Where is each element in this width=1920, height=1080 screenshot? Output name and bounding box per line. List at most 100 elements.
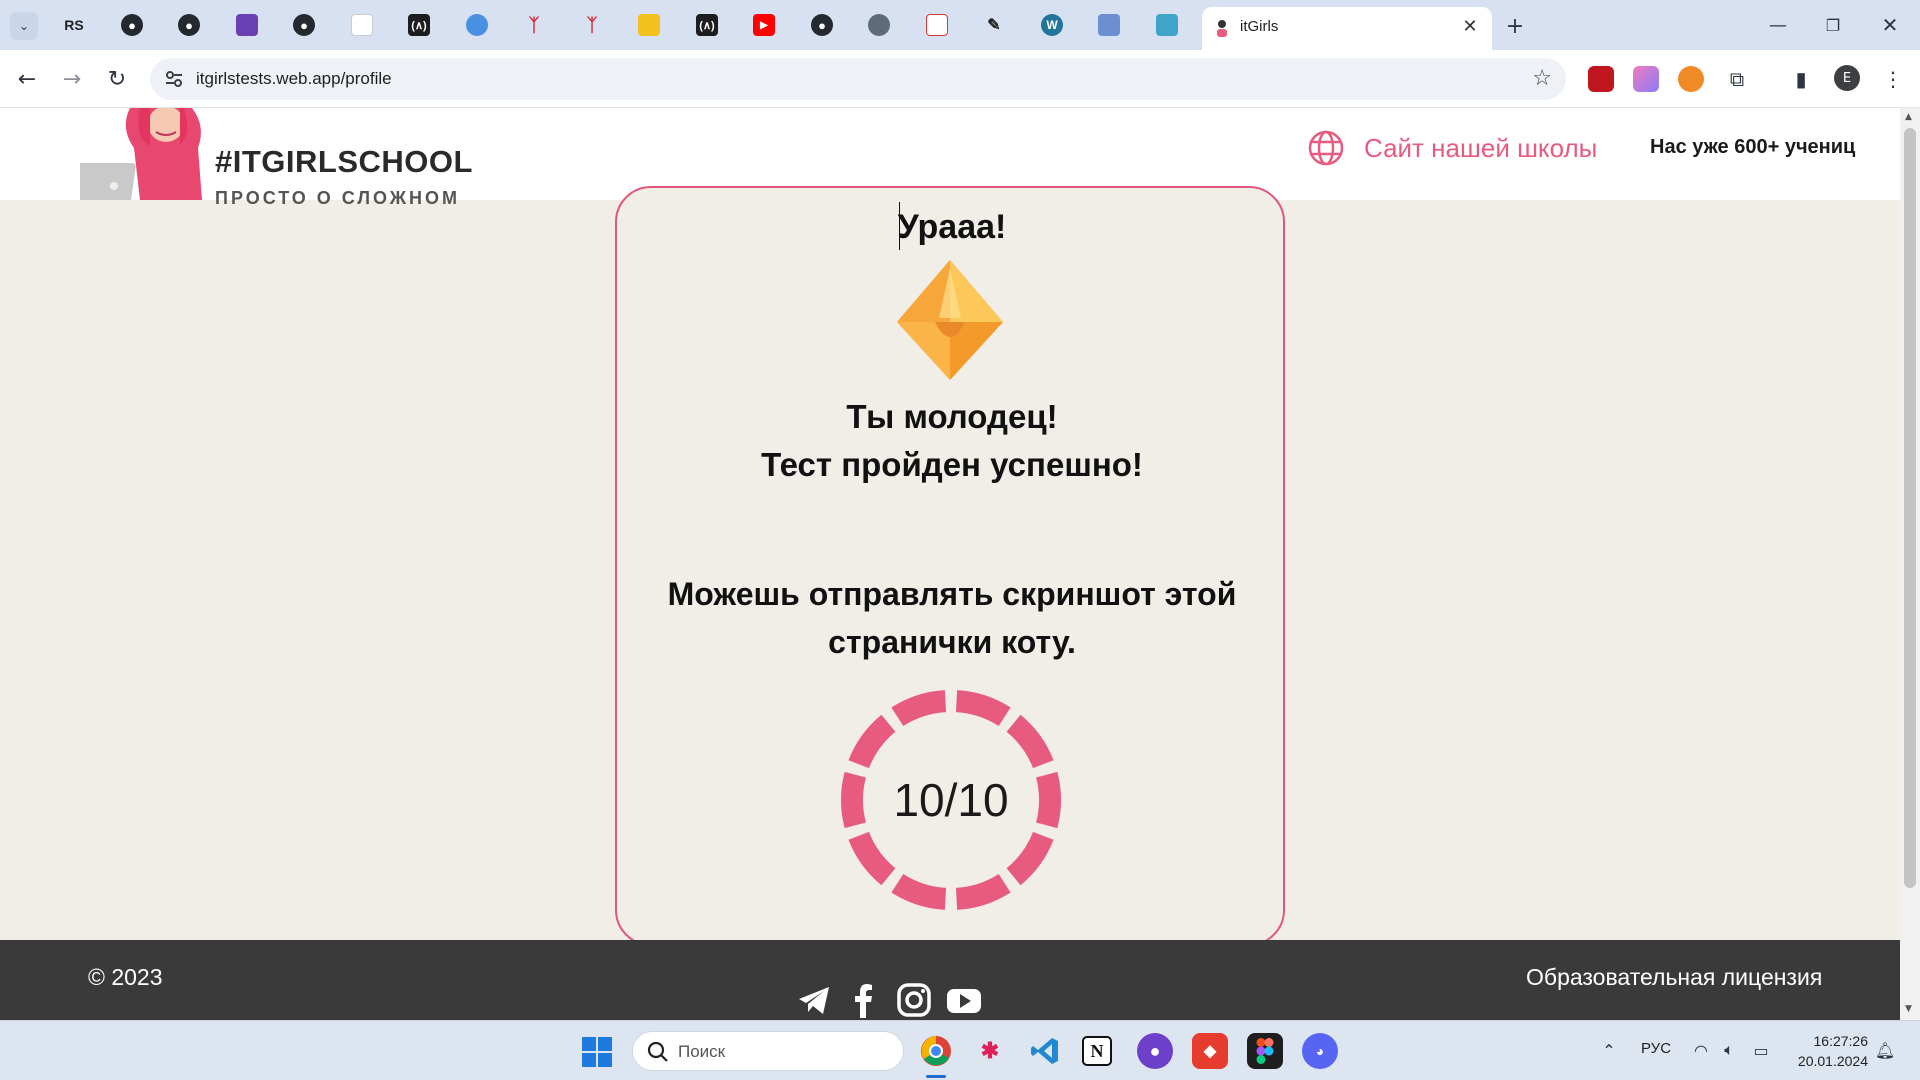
clock-date: 20.01.2024: [1797, 1053, 1868, 1069]
tab-teal[interactable]: [1150, 9, 1184, 41]
input-language[interactable]: РУС: [1641, 1040, 1671, 1057]
active-tab[interactable]: itGirls ✕: [1202, 7, 1492, 50]
cloud-icon: [466, 14, 488, 36]
tab-strip: ⌄ RS ● ● ● (∧) ᛉ ᛉ (∧) ▶ ● ✎ W itGirls ✕…: [0, 0, 1920, 50]
close-tab-icon[interactable]: ✕: [1458, 15, 1482, 39]
students-count: Нас уже 600+ учениц: [1650, 136, 1856, 158]
send-screenshot-text: Можешь отправлять скриншот этой страничк…: [667, 576, 1237, 660]
tab-pen[interactable]: ✎: [977, 9, 1011, 41]
tab-red-figure-2[interactable]: ᛉ: [575, 9, 609, 41]
pdf-extension-icon[interactable]: [1588, 66, 1614, 92]
forward-button[interactable]: →: [57, 64, 87, 94]
tab-github-1[interactable]: ●: [115, 9, 149, 41]
tab-yellow[interactable]: [632, 9, 666, 41]
tab-cloud[interactable]: [460, 9, 494, 41]
clock-time: 16:27:26: [1813, 1033, 1869, 1049]
system-clock[interactable]: 16:27:26 20.01.2024: [1784, 1031, 1868, 1071]
restore-button[interactable]: ❐: [1813, 10, 1853, 40]
github-desktop-taskbar-icon[interactable]: ●: [1137, 1033, 1173, 1069]
instagram-icon[interactable]: [896, 982, 932, 1018]
youtube-icon[interactable]: [946, 982, 982, 1018]
profile-avatar[interactable]: E: [1834, 65, 1860, 91]
close-window-button[interactable]: ✕: [1870, 10, 1910, 40]
tab-search-button[interactable]: ⌄: [10, 12, 38, 40]
code-icon: (∧): [696, 14, 718, 36]
chrome-icon: [921, 1036, 951, 1066]
github-icon: ●: [178, 14, 200, 36]
tab-laptop[interactable]: [1092, 9, 1126, 41]
bookmark-star-icon[interactable]: ☆: [1532, 66, 1552, 91]
globe-icon: [868, 14, 890, 36]
telegram-icon[interactable]: [796, 982, 832, 1018]
slack-taskbar-icon[interactable]: ✱: [972, 1033, 1008, 1069]
back-button[interactable]: ←: [12, 64, 42, 94]
license-link[interactable]: Образовательная лицензия: [1526, 964, 1822, 991]
tab-wordpress[interactable]: W: [1035, 9, 1069, 41]
windows-start-icon[interactable]: [582, 1037, 612, 1067]
volume-icon[interactable]: 🔈︎: [1718, 1039, 1740, 1061]
browser-menu-icon[interactable]: ⋮: [1878, 64, 1908, 94]
tab-codepen-1[interactable]: (∧): [402, 9, 436, 41]
tab-github-4[interactable]: ●: [805, 9, 839, 41]
page-scrollbar[interactable]: ▲ ▼: [1900, 108, 1920, 1020]
battery-icon[interactable]: ▭: [1750, 1039, 1772, 1061]
extensions-puzzle-icon[interactable]: ⧉: [1722, 64, 1752, 94]
school-site-link[interactable]: Сайт нашей школы: [1308, 130, 1597, 166]
git-client-taskbar-icon[interactable]: ◆: [1192, 1033, 1228, 1069]
figma-taskbar-icon[interactable]: [1247, 1033, 1283, 1069]
facebook-icon[interactable]: [846, 982, 882, 1018]
app-icon: [638, 14, 660, 36]
congrats-line-2: Тест пройден успешно!: [761, 446, 1143, 483]
search-placeholder: Поиск: [678, 1042, 726, 1061]
site-info-icon: [166, 71, 182, 87]
page-icon: [351, 14, 373, 36]
vscode-taskbar-icon[interactable]: [1027, 1033, 1063, 1069]
vscode-icon: [1031, 1038, 1058, 1064]
wifi-icon[interactable]: ◠: [1690, 1039, 1712, 1061]
tab-blank[interactable]: [345, 9, 379, 41]
discord-taskbar-icon[interactable]: ◕: [1302, 1033, 1338, 1069]
url-text: itgirlstests.web.app/profile: [196, 69, 392, 88]
orange-extension-icon[interactable]: [1678, 66, 1704, 92]
search-icon: [647, 1041, 668, 1062]
tab-globe[interactable]: [862, 9, 896, 41]
notion-taskbar-icon[interactable]: N: [1082, 1036, 1112, 1066]
tab-rs[interactable]: RS: [57, 9, 91, 41]
site-footer: © 2023 Образовательная лицензия: [0, 940, 1900, 1020]
github-icon: ●: [293, 14, 315, 36]
tab-github-2[interactable]: ●: [172, 9, 206, 41]
notifications-bell-icon[interactable]: 🔔︎: [1874, 1039, 1896, 1061]
scroll-down-arrow[interactable]: ▼: [1905, 1004, 1912, 1014]
scrollbar-thumb[interactable]: [1904, 128, 1916, 888]
school-link-label: Сайт нашей школы: [1364, 132, 1598, 163]
congrats-line-1: Ты молодец!: [846, 398, 1058, 435]
page-viewport: #ITGIRLSCHOOL ПРОСТО О СЛОЖНОМ Сайт наше…: [0, 108, 1900, 1020]
result-heading: Урааа!: [897, 208, 1007, 246]
tab-title: itGirls: [1240, 18, 1279, 35]
chrome-taskbar-icon[interactable]: [918, 1033, 954, 1069]
tab-red-figure-1[interactable]: ᛉ: [517, 9, 551, 41]
tab-github-3[interactable]: ●: [287, 9, 321, 41]
logo-subtitle: ПРОСТО О СЛОЖНОМ: [215, 188, 461, 208]
side-panel-icon[interactable]: ▮: [1786, 64, 1816, 94]
scroll-up-arrow[interactable]: ▲: [1905, 112, 1912, 122]
browser-toolbar: ← → ↻ itgirlstests.web.app/profile ☆ ⧉ ▮…: [0, 50, 1920, 108]
tab-youtube[interactable]: ▶: [747, 9, 781, 41]
tab-codepen-2[interactable]: (∧): [690, 9, 724, 41]
logo-girl-illustration: [80, 108, 202, 200]
minimize-button[interactable]: —: [1758, 10, 1798, 40]
text-cursor: [899, 202, 900, 250]
congrats-message: Ты молодец! Тест пройден успешно!: [617, 393, 1287, 489]
taskbar-search[interactable]: Поиск: [632, 1031, 904, 1071]
new-tab-button[interactable]: +: [1501, 12, 1529, 40]
tray-overflow-icon[interactable]: ⌃: [1598, 1039, 1620, 1061]
result-card: Урааа! Ты молодец! Тест пройден успешно!…: [615, 186, 1285, 946]
gradient-extension-icon[interactable]: [1633, 66, 1659, 92]
tab-app-purple[interactable]: [230, 9, 264, 41]
reload-button[interactable]: ↻: [102, 64, 132, 94]
wordpress-icon: W: [1041, 14, 1063, 36]
logo-title[interactable]: #ITGIRLSCHOOL: [215, 144, 473, 180]
tab-news[interactable]: [920, 9, 954, 41]
github-icon: ●: [811, 14, 833, 36]
address-bar[interactable]: itgirlstests.web.app/profile ☆: [150, 58, 1566, 100]
